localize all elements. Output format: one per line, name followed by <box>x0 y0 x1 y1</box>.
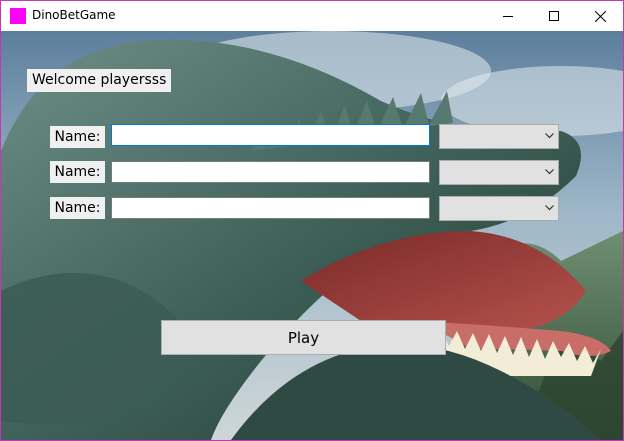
player-2-name-input[interactable] <box>111 161 430 183</box>
player-3-name-input[interactable] <box>111 197 430 219</box>
maximize-icon <box>549 11 559 21</box>
chevron-down-icon <box>545 169 554 175</box>
welcome-label: Welcome playersss <box>27 69 172 92</box>
play-button[interactable]: Play <box>161 320 446 355</box>
title-bar[interactable]: DinoBetGame <box>1 1 623 31</box>
minimize-button[interactable] <box>485 1 531 31</box>
dinosaur-background-image <box>1 31 623 440</box>
maximize-button[interactable] <box>531 1 577 31</box>
player-3-bet-dropdown[interactable] <box>439 196 559 221</box>
player-1-name-label: Name: <box>50 126 105 148</box>
chevron-down-icon <box>545 205 554 211</box>
app-icon <box>10 8 26 24</box>
app-window: DinoBetGame Welcome playersss Name: Name… <box>0 0 624 441</box>
close-icon <box>594 10 606 22</box>
close-button[interactable] <box>577 1 623 31</box>
player-1-name-input[interactable] <box>111 124 430 146</box>
chevron-down-icon <box>545 133 554 139</box>
window-title: DinoBetGame <box>32 8 116 22</box>
player-2-name-label: Name: <box>50 161 105 183</box>
minimize-icon <box>503 16 513 17</box>
player-2-bet-dropdown[interactable] <box>439 160 559 185</box>
client-area: Welcome playersss Name: Name: Name: Play <box>1 31 623 440</box>
player-1-bet-dropdown[interactable] <box>439 124 559 149</box>
player-3-name-label: Name: <box>50 197 105 219</box>
